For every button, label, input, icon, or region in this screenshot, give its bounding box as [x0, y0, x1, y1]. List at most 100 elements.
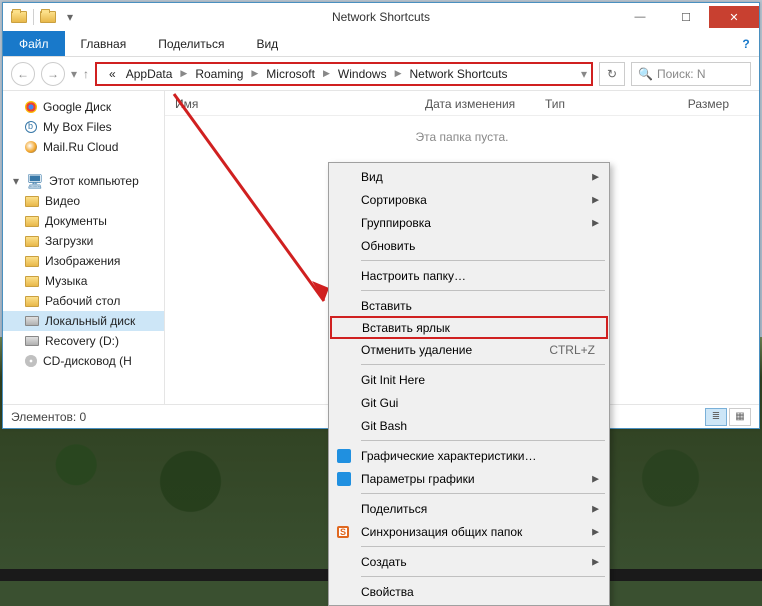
empty-folder-message: Эта папка пуста.: [165, 116, 759, 158]
search-box[interactable]: 🔍 Поиск: N: [631, 62, 751, 86]
submenu-arrow-icon: ▶: [592, 473, 599, 484]
sidebar-item-label: Mail.Ru Cloud: [43, 140, 118, 154]
breadcrumb-item[interactable]: Microsoft: [262, 67, 319, 81]
sidebar-item-label: Рабочий стол: [45, 294, 120, 308]
ctx-separator: [361, 546, 605, 547]
sync-icon: S: [337, 526, 349, 538]
ctx-sync-shared[interactable]: SСинхронизация общих папок▶: [331, 520, 607, 543]
sidebar-item-documents[interactable]: Документы: [3, 211, 164, 231]
ctx-git-gui[interactable]: Git Gui: [331, 391, 607, 414]
tab-view[interactable]: Вид: [240, 31, 294, 56]
ctx-refresh[interactable]: Обновить: [331, 234, 607, 257]
column-size[interactable]: Размер: [645, 97, 749, 111]
sidebar-item-label: Документы: [45, 214, 107, 228]
expand-icon[interactable]: ▾: [13, 174, 19, 188]
computer-icon: 🖥: [27, 173, 43, 189]
nav-forward-button[interactable]: →: [41, 62, 65, 86]
tab-home[interactable]: Главная: [65, 31, 143, 56]
nav-back-button[interactable]: ←: [11, 62, 35, 86]
ctx-group[interactable]: Группировка▶: [331, 211, 607, 234]
sidebar-item-cd-drive[interactable]: CD-дисковод (H: [3, 351, 164, 371]
ctx-label: Параметры графики: [361, 472, 475, 486]
ctx-view[interactable]: Вид▶: [331, 165, 607, 188]
minimize-button[interactable]: —: [617, 6, 663, 28]
column-type[interactable]: Тип: [545, 97, 645, 111]
search-icon: 🔍: [638, 67, 653, 81]
chevron-right-icon[interactable]: ▶: [249, 68, 260, 79]
folder-icon: [25, 236, 39, 247]
tab-file[interactable]: Файл: [3, 31, 65, 56]
mybox-icon: [25, 121, 37, 133]
navigation-pane[interactable]: Google Диск My Box Files Mail.Ru Cloud ▾…: [3, 91, 165, 404]
breadcrumb-item[interactable]: Network Shortcuts: [406, 67, 512, 81]
ribbon-help-icon[interactable]: ?: [733, 31, 759, 56]
folder-icon: [25, 216, 39, 227]
ctx-label: Свойства: [361, 585, 414, 599]
refresh-button[interactable]: ↻: [599, 62, 625, 86]
google-drive-icon: [25, 101, 37, 113]
sidebar-item-this-pc[interactable]: ▾🖥Этот компьютер: [3, 171, 164, 191]
sidebar-item-label: Google Диск: [43, 100, 111, 114]
column-name[interactable]: Имя: [175, 97, 425, 111]
ctx-separator: [361, 364, 605, 365]
ctx-label: Графические характеристики…: [361, 449, 536, 463]
sidebar-item-mybox[interactable]: My Box Files: [3, 117, 164, 137]
breadcrumb-prefix: «: [105, 67, 120, 81]
intel-graphics-icon: [337, 472, 351, 486]
qat-new-folder-icon[interactable]: [40, 11, 56, 23]
ctx-properties[interactable]: Свойства: [331, 580, 607, 603]
nav-history-dropdown-icon[interactable]: ▾: [71, 67, 77, 81]
tab-share[interactable]: Поделиться: [142, 31, 240, 56]
ctx-label: Вид: [361, 170, 383, 184]
breadcrumb-item[interactable]: Roaming: [191, 67, 247, 81]
sidebar-item-downloads[interactable]: Загрузки: [3, 231, 164, 251]
address-bar[interactable]: « AppData ▶ Roaming ▶ Microsoft ▶ Window…: [95, 62, 593, 86]
sidebar-item-label: CD-дисковод (H: [43, 354, 132, 368]
address-dropdown-icon[interactable]: ▾: [581, 67, 587, 81]
chevron-right-icon[interactable]: ▶: [393, 68, 404, 79]
ctx-graphics-characteristics[interactable]: Графические характеристики…: [331, 444, 607, 467]
window-buttons: — ☐ ✕: [617, 6, 759, 28]
ctx-sort[interactable]: Сортировка▶: [331, 188, 607, 211]
submenu-arrow-icon: ▶: [592, 217, 599, 228]
sidebar-item-local-disk[interactable]: Локальный диск: [3, 311, 164, 331]
ctx-customize-folder[interactable]: Настроить папку…: [331, 264, 607, 287]
intel-graphics-icon: [337, 449, 351, 463]
view-icons-button[interactable]: ▦: [729, 408, 751, 426]
column-date[interactable]: Дата изменения: [425, 97, 545, 111]
sidebar-item-pictures[interactable]: Изображения: [3, 251, 164, 271]
qat-dropdown-icon[interactable]: ▾: [62, 9, 78, 25]
ctx-label: Вставить: [361, 299, 412, 313]
quick-access-toolbar: ▾: [3, 9, 78, 25]
context-menu: Вид▶ Сортировка▶ Группировка▶ Обновить Н…: [328, 162, 610, 606]
drive-icon: [25, 316, 39, 326]
sidebar-item-desktop[interactable]: Рабочий стол: [3, 291, 164, 311]
chevron-right-icon[interactable]: ▶: [321, 68, 332, 79]
view-details-button[interactable]: ≣: [705, 408, 727, 426]
sidebar-item-mailru[interactable]: Mail.Ru Cloud: [3, 137, 164, 157]
ctx-graphics-params[interactable]: Параметры графики ▶: [331, 467, 607, 490]
ctx-git-bash[interactable]: Git Bash: [331, 414, 607, 437]
chevron-right-icon[interactable]: ▶: [178, 68, 189, 79]
ctx-create[interactable]: Создать▶: [331, 550, 607, 573]
nav-up-button[interactable]: ↑: [83, 67, 89, 81]
ctx-undo-delete[interactable]: Отменить удалениеCTRL+Z: [331, 338, 607, 361]
search-placeholder: Поиск: N: [657, 67, 706, 81]
sidebar-item-label: Изображения: [45, 254, 120, 268]
sidebar-item-music[interactable]: Музыка: [3, 271, 164, 291]
ctx-paste[interactable]: Вставить: [331, 294, 607, 317]
ctx-share[interactable]: Поделиться▶: [331, 497, 607, 520]
close-button[interactable]: ✕: [709, 6, 759, 28]
sidebar-item-recovery[interactable]: Recovery (D:): [3, 331, 164, 351]
ctx-git-init[interactable]: Git Init Here: [331, 368, 607, 391]
ctx-separator: [361, 440, 605, 441]
sidebar-item-google-disk[interactable]: Google Диск: [3, 97, 164, 117]
breadcrumb-item[interactable]: AppData: [122, 67, 177, 81]
maximize-button[interactable]: ☐: [663, 6, 709, 28]
ctx-separator: [361, 576, 605, 577]
breadcrumb-item[interactable]: Windows: [334, 67, 391, 81]
ctx-paste-shortcut[interactable]: Вставить ярлык: [330, 316, 608, 339]
titlebar[interactable]: ▾ Network Shortcuts — ☐ ✕: [3, 3, 759, 31]
view-buttons: ≣ ▦: [705, 408, 751, 426]
sidebar-item-videos[interactable]: Видео: [3, 191, 164, 211]
